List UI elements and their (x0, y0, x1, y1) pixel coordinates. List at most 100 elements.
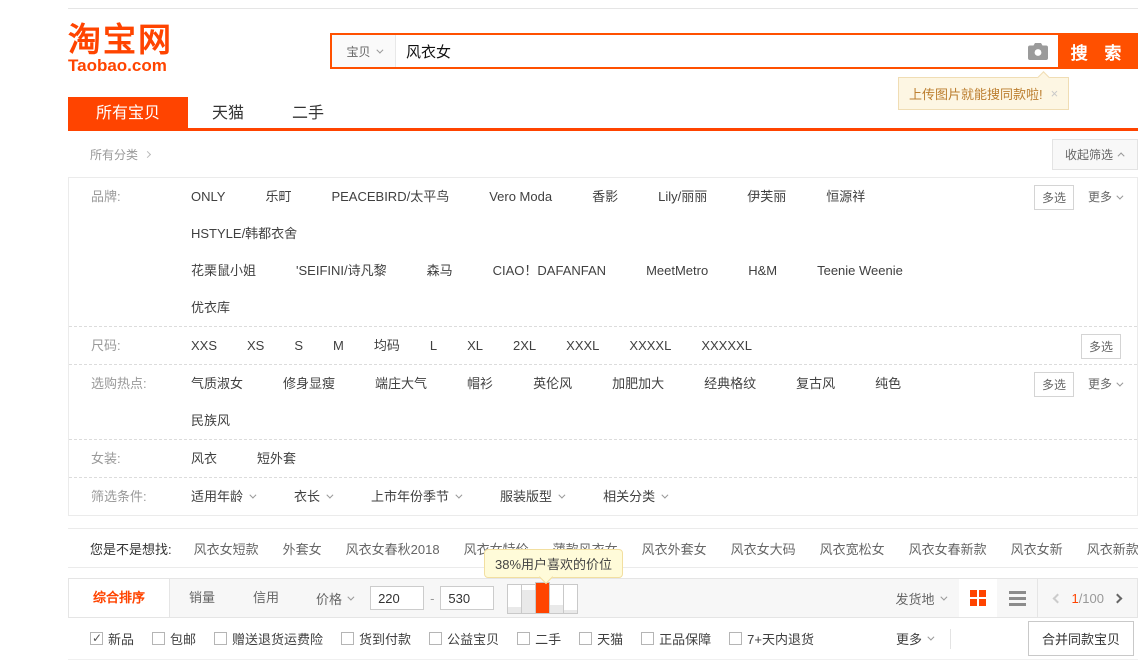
price-histogram-bar[interactable] (535, 582, 550, 614)
next-page-icon[interactable] (1113, 593, 1123, 603)
hotspot-filter-item[interactable]: 复古风 (796, 365, 835, 402)
brand-filter-item[interactable]: PEACEBIRD/太平鸟 (331, 178, 449, 215)
camera-icon[interactable] (1028, 43, 1048, 60)
service-checkbox[interactable]: 公益宝贝 (429, 629, 499, 648)
brand-filter-item[interactable]: 优衣库 (191, 289, 230, 326)
sort-option[interactable]: 信用 (234, 579, 298, 617)
hotspot-filter-item[interactable]: 端庄大气 (375, 365, 427, 402)
service-checkbox[interactable]: 天猫 (579, 629, 623, 648)
brand-filter-item[interactable]: H&M (748, 252, 777, 289)
brand-filter-item[interactable]: Lily/丽丽 (658, 178, 707, 215)
condition-dropdown[interactable]: 上市年份季节 (371, 478, 460, 515)
multi-select-button[interactable]: 多选 (1034, 185, 1074, 210)
search-button[interactable]: 搜 索 (1060, 33, 1138, 69)
merge-same-items-button[interactable]: 合并同款宝贝 (1028, 621, 1134, 656)
list-view-button[interactable] (997, 579, 1037, 617)
suggestion-link[interactable]: 风衣宽松女 (820, 539, 885, 558)
size-filter-item[interactable]: XXXXL (629, 327, 671, 364)
price-max-input[interactable] (440, 586, 494, 610)
collapse-filter-button[interactable]: 收起筛选 (1052, 139, 1138, 170)
size-filter-item[interactable]: XXXXXL (701, 327, 752, 364)
service-checkbox[interactable]: 正品保障 (641, 629, 711, 648)
suggestion-link[interactable]: 风衣女春新款 (909, 539, 987, 558)
brand-filter-item[interactable]: Teenie Weenie (817, 252, 903, 289)
brand-filter-item[interactable]: CIAO！DAFANFAN (493, 252, 606, 289)
hotspot-filter-item[interactable]: 民族风 (191, 402, 230, 439)
suggestion-link[interactable]: 风衣女春秋2018 (346, 539, 440, 558)
suggestion-link[interactable]: 风衣外套女 (642, 539, 707, 558)
multi-select-button[interactable]: 多选 (1081, 334, 1121, 359)
ship-from-dropdown[interactable]: 发货地 (895, 589, 959, 608)
condition-dropdown[interactable]: 衣长 (294, 478, 331, 515)
size-filter-item[interactable]: 均码 (374, 327, 400, 364)
tab-secondhand[interactable]: 二手 (268, 97, 348, 128)
tooltip-close-icon[interactable]: × (1051, 86, 1059, 101)
brand-filter-item[interactable]: 伊芙丽 (747, 178, 786, 215)
brand-filter-item[interactable]: 恒源祥 (826, 178, 865, 215)
hotspot-filter-item[interactable]: 修身显瘦 (283, 365, 335, 402)
service-checkbox[interactable]: 7+天内退货 (729, 629, 814, 648)
tab-all-items[interactable]: 所有宝贝 (68, 97, 188, 128)
price-min-input[interactable] (370, 586, 424, 610)
search-input[interactable] (396, 35, 1028, 67)
womens-filter-item[interactable]: 风衣 (191, 440, 217, 477)
condition-dropdown[interactable]: 相关分类 (603, 478, 666, 515)
size-filter-item[interactable]: S (294, 327, 303, 364)
size-filter-item[interactable]: L (430, 327, 437, 364)
size-filter-item[interactable]: XL (467, 327, 483, 364)
brand-filter-item[interactable]: 乐町 (265, 178, 291, 215)
condition-dropdown[interactable]: 服装版型 (500, 478, 563, 515)
chevron-down-icon (661, 492, 668, 499)
brand-filter-item[interactable]: 花栗鼠小姐 (191, 252, 256, 289)
suggestion-link[interactable]: 风衣新款女春秋 (1087, 539, 1138, 558)
chevron-down-icon (558, 492, 565, 499)
page-indicator: 1/100 (1071, 591, 1104, 606)
hotspot-filter-item[interactable]: 帽衫 (467, 365, 493, 402)
price-histogram-bar[interactable] (549, 584, 564, 614)
more-link[interactable]: 更多 (1088, 372, 1121, 396)
suggestion-link[interactable]: 外套女 (283, 539, 322, 558)
more-link[interactable]: 更多 (1088, 185, 1121, 209)
price-histogram-bar[interactable] (507, 584, 522, 614)
brand-filter-item[interactable]: 森马 (427, 252, 453, 289)
suggestion-link[interactable]: 风衣女大码 (731, 539, 796, 558)
sort-option[interactable]: 综合排序 (69, 579, 170, 617)
hotspot-filter-item[interactable]: 加肥加大 (612, 365, 664, 402)
hotspot-filter-item[interactable]: 气质淑女 (191, 365, 243, 402)
breadcrumb[interactable]: 所有分类 (68, 146, 150, 163)
prev-page-icon[interactable] (1053, 593, 1063, 603)
more-services-link[interactable]: 更多 (896, 629, 932, 648)
service-checkbox[interactable]: 包邮 (152, 629, 196, 648)
brand-filter-item[interactable]: MeetMetro (646, 252, 708, 289)
brand-filter-item[interactable]: 香影 (592, 178, 618, 215)
tab-tmall[interactable]: 天猫 (188, 97, 268, 128)
service-checkbox[interactable]: 货到付款 (341, 629, 411, 648)
service-checkbox[interactable]: 二手 (517, 629, 561, 648)
size-filter-item[interactable]: XXXL (566, 327, 599, 364)
size-filter-item[interactable]: M (333, 327, 344, 364)
service-checkbox[interactable]: 赠送退货运费险 (214, 629, 323, 648)
brand-filter-item[interactable]: ONLY (191, 178, 225, 215)
grid-view-button[interactable] (959, 579, 997, 617)
brand-filter-item[interactable]: Vero Moda (489, 178, 552, 215)
hotspot-filter-item[interactable]: 英伦风 (533, 365, 572, 402)
multi-select-button[interactable]: 多选 (1034, 372, 1074, 397)
price-histogram-bar[interactable] (521, 584, 536, 614)
womens-filter-item[interactable]: 短外套 (257, 440, 296, 477)
brand-filter-item[interactable]: 'SEIFINI/诗凡黎 (296, 252, 387, 289)
search-category-dropdown[interactable]: 宝贝 (332, 35, 396, 67)
service-checkbox[interactable]: 新品 (90, 629, 134, 648)
size-filter-item[interactable]: XS (247, 327, 264, 364)
price-histogram-bar[interactable] (563, 584, 578, 614)
hotspot-filter-item[interactable]: 经典格纹 (704, 365, 756, 402)
suggestion-link[interactable]: 风衣女短款 (194, 539, 259, 558)
suggestion-link[interactable]: 风衣女新 (1011, 539, 1063, 558)
taobao-logo[interactable]: 淘宝网 Taobao.com (68, 23, 173, 75)
condition-dropdown[interactable]: 适用年龄 (191, 478, 254, 515)
hotspot-filter-item[interactable]: 纯色 (875, 365, 901, 402)
size-filter-item[interactable]: 2XL (513, 327, 536, 364)
price-sort-dropdown[interactable]: 价格 (298, 589, 370, 608)
brand-filter-item[interactable]: HSTYLE/韩都衣舍 (191, 215, 297, 252)
sort-option[interactable]: 销量 (170, 579, 234, 617)
size-filter-item[interactable]: XXS (191, 327, 217, 364)
